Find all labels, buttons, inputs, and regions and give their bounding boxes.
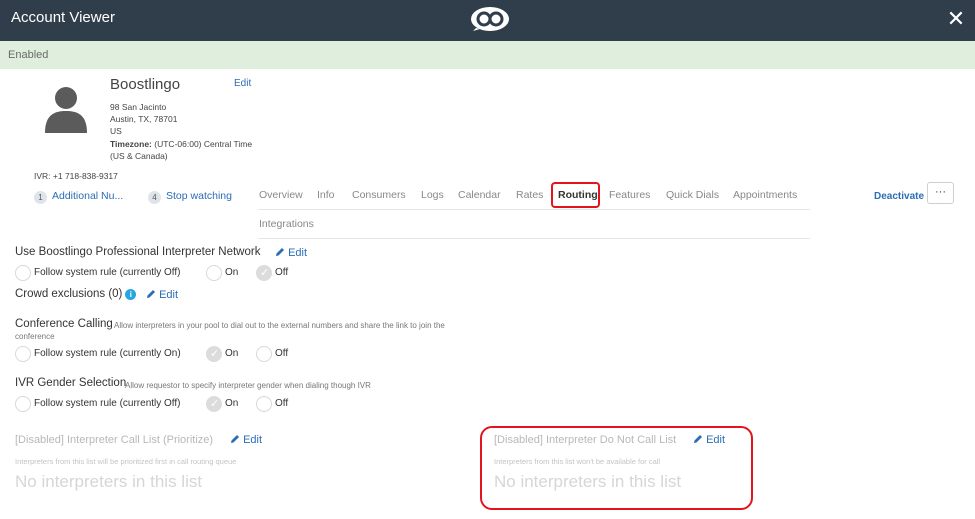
close-icon[interactable]: ✕: [943, 4, 969, 34]
edit-label: Edit: [159, 289, 179, 301]
tab-logs[interactable]: Logs: [421, 189, 444, 201]
ivr-gender-follow-radio[interactable]: [15, 396, 31, 412]
conference-calling-desc-2: conference: [15, 332, 55, 341]
tab-consumers[interactable]: Consumers: [352, 189, 406, 201]
tab-info[interactable]: Info: [317, 189, 335, 201]
additional-numbers-link[interactable]: Additional Nu...: [52, 190, 123, 202]
user-avatar-icon: [45, 87, 87, 133]
edit-label: Edit: [243, 434, 263, 446]
tab-divider: [258, 209, 810, 210]
conference-calling-desc-1: Allow interpreters in your pool to dial …: [114, 321, 445, 330]
ivr-gender-on-radio[interactable]: [206, 396, 222, 412]
conference-follow-radio[interactable]: [15, 346, 31, 362]
ivr-gender-off-radio[interactable]: [256, 396, 272, 412]
boostlingo-logo-icon: [471, 7, 509, 31]
tab-features[interactable]: Features: [609, 189, 650, 201]
ivr-gender-title: IVR Gender Selection: [15, 377, 127, 389]
pro-network-edit-button[interactable]: Edit: [275, 247, 307, 259]
crowd-exclusions-edit-button[interactable]: Edit: [146, 289, 178, 301]
pro-network-off-label[interactable]: Off: [275, 267, 288, 278]
crowd-exclusions-label: Crowd exclusions (0): [15, 288, 123, 300]
call-list-empty-state: No interpreters in this list: [15, 472, 203, 491]
do-not-call-desc: Interpreters from this list won't be ava…: [494, 457, 661, 466]
ivr-number: IVR: +1 718-838-9317: [34, 171, 118, 181]
address-line-2: Austin, TX, 78701: [110, 114, 178, 124]
call-list-title: [Disabled] Interpreter Call List (Priori…: [15, 434, 214, 446]
conference-follow-label[interactable]: Follow system rule (currently On): [34, 348, 181, 359]
deactivate-button[interactable]: Deactivate: [874, 191, 924, 202]
tab-integrations[interactable]: Integrations: [259, 218, 314, 230]
tab-appointments[interactable]: Appointments: [733, 189, 797, 201]
stop-watching-link[interactable]: Stop watching: [166, 190, 232, 202]
conference-on-label[interactable]: On: [225, 348, 238, 359]
ivr-gender-off-label[interactable]: Off: [275, 398, 288, 409]
routing-tab-highlight: [551, 182, 600, 208]
tab-calendar[interactable]: Calendar: [458, 189, 501, 201]
conference-off-label[interactable]: Off: [275, 348, 288, 359]
do-not-call-edit-button[interactable]: Edit: [693, 434, 725, 446]
pencil-icon: [694, 435, 702, 443]
title-bar: Account Viewer ✕: [0, 0, 975, 41]
pencil-icon: [276, 248, 284, 256]
additional-numbers-count-badge: 1: [34, 191, 47, 204]
ivr-gender-desc: Allow requestor to specify interpreter g…: [125, 381, 371, 390]
pro-network-on-label[interactable]: On: [225, 267, 238, 278]
tab-rates[interactable]: Rates: [516, 189, 543, 201]
pencil-icon: [147, 290, 155, 298]
window-title: Account Viewer: [11, 9, 115, 26]
ivr-gender-follow-label[interactable]: Follow system rule (currently Off): [34, 398, 181, 409]
address-line-3: US: [110, 126, 122, 136]
pro-network-off-radio[interactable]: [256, 265, 272, 281]
call-list-desc: Interpreters from this list will be prio…: [15, 457, 237, 466]
status-text: Enabled: [8, 49, 49, 61]
do-not-call-empty-state: No interpreters in this list: [494, 472, 682, 491]
info-icon[interactable]: i: [125, 289, 137, 300]
pro-network-on-radio[interactable]: [206, 265, 222, 281]
edit-label: Edit: [706, 434, 726, 446]
do-not-call-title: [Disabled] Interpreter Do Not Call List: [494, 434, 677, 446]
call-list-edit-button[interactable]: Edit: [230, 434, 262, 446]
status-banner: Enabled: [0, 41, 975, 69]
pro-network-title: Use Boostlingo Professional Interpreter …: [15, 246, 261, 258]
account-name: Boostlingo: [110, 76, 181, 93]
conference-on-radio[interactable]: [206, 346, 222, 362]
more-options-button[interactable]: ···: [927, 182, 954, 204]
pencil-icon: [231, 435, 239, 443]
tab-quick-dials[interactable]: Quick Dials: [666, 189, 719, 201]
conference-off-radio[interactable]: [256, 346, 272, 362]
tab-overview[interactable]: Overview: [259, 189, 303, 201]
tab-divider: [258, 238, 810, 239]
edit-label: Edit: [288, 247, 308, 259]
timezone: Timezone: (UTC-06:00) Central Time (US &…: [110, 138, 260, 162]
account-edit-link[interactable]: Edit: [234, 78, 251, 89]
ivr-gender-on-label[interactable]: On: [225, 398, 238, 409]
pro-network-follow-radio[interactable]: [15, 265, 31, 281]
pro-network-follow-label[interactable]: Follow system rule (currently Off): [34, 267, 181, 278]
crowd-exclusions-title: Crowd exclusions (0) i: [15, 288, 137, 300]
watchers-count-badge: 4: [148, 191, 161, 204]
conference-calling-title: Conference Calling: [15, 318, 113, 330]
timezone-label: Timezone:: [110, 139, 152, 149]
address-line-1: 98 San Jacinto: [110, 102, 167, 112]
